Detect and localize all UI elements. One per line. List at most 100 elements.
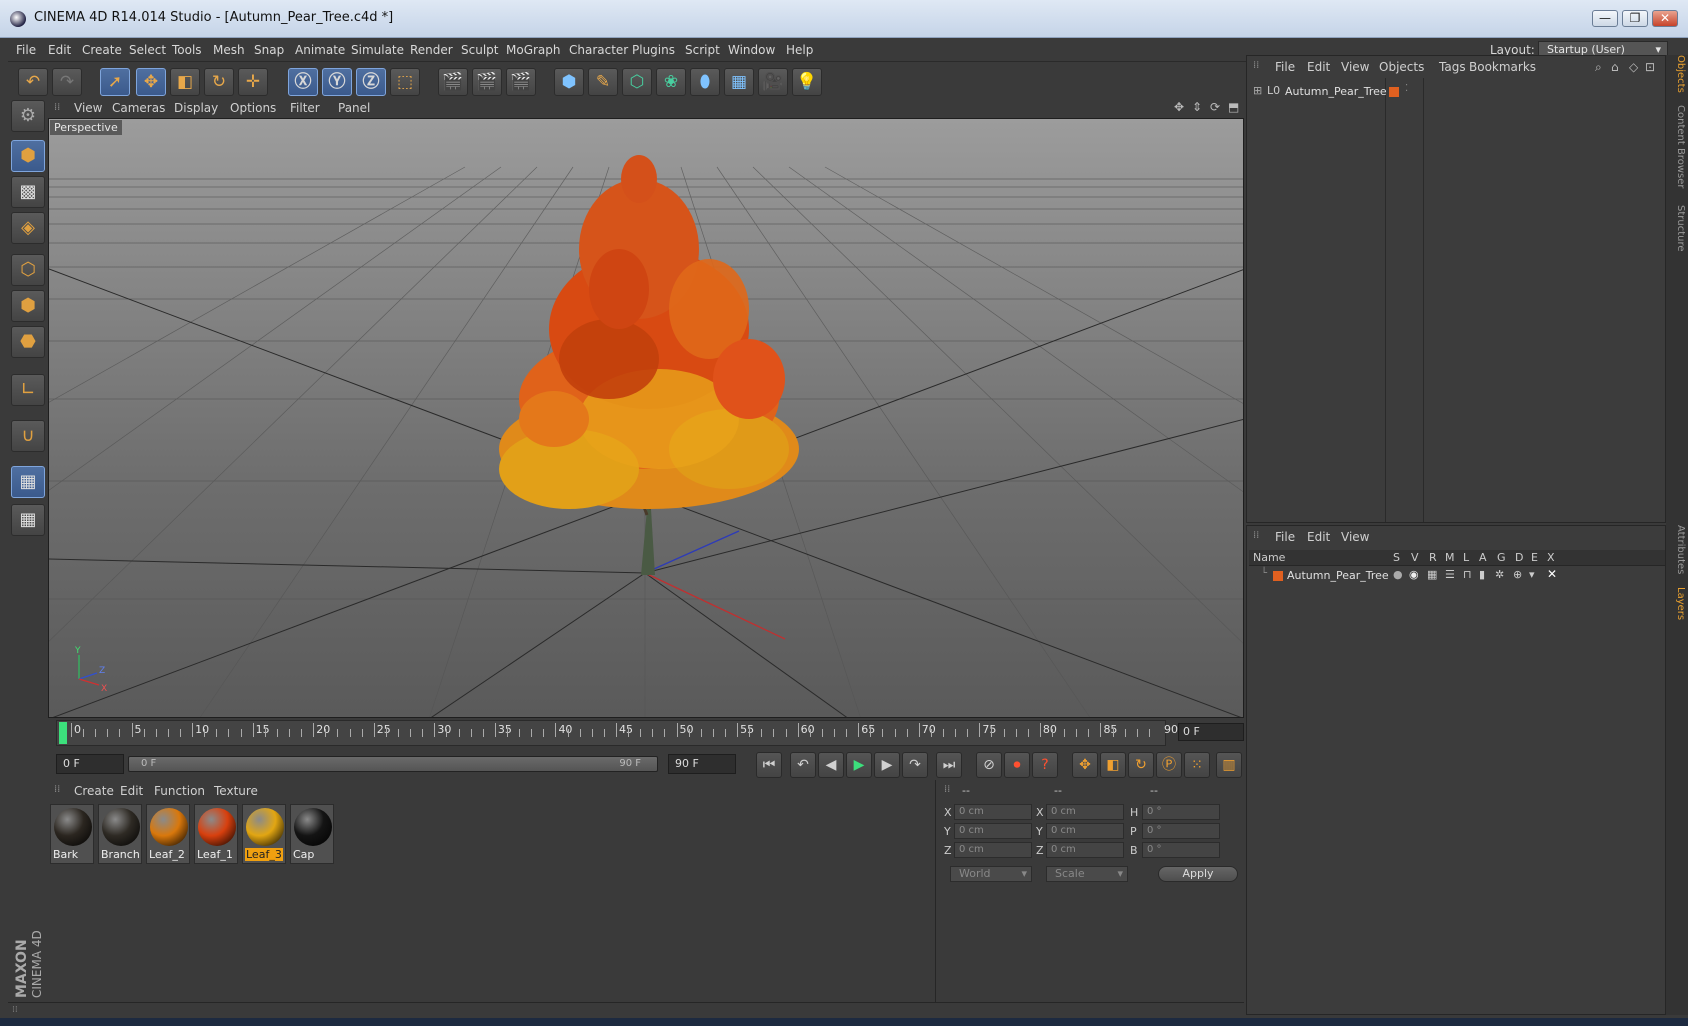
workplane-mode-icon[interactable]: ◈ [11, 212, 45, 244]
viewport-menu-view[interactable]: View [74, 101, 102, 115]
menu-render[interactable]: Render [410, 43, 453, 57]
close-button[interactable]: ✕ [1652, 10, 1678, 27]
home-icon[interactable]: ⌂ [1611, 60, 1619, 74]
timeline-current-marker[interactable] [59, 722, 67, 744]
objects-menu-bookmarks[interactable]: Bookmarks [1469, 60, 1536, 74]
rot-p-field[interactable]: 0 ° [1142, 823, 1220, 839]
record-scale-icon[interactable]: ◧ [1100, 752, 1126, 778]
menu-plugins[interactable]: Plugins [632, 43, 675, 57]
menu-select[interactable]: Select [129, 43, 166, 57]
apply-button[interactable]: Apply [1158, 866, 1238, 882]
material-swatch-leaf-3[interactable]: Leaf_3 [242, 804, 286, 864]
material-menu-function[interactable]: Function [154, 784, 205, 798]
go-to-end-icon[interactable]: ⏭ [936, 752, 962, 778]
menu-edit[interactable]: Edit [48, 43, 71, 57]
perspective-viewport[interactable]: Y Z X Perspective [48, 118, 1244, 718]
viewport-menu-filter[interactable]: Filter [290, 101, 320, 115]
record-point-level-icon[interactable]: ⁙ [1184, 752, 1210, 778]
texture-mode-icon[interactable]: ▩ [11, 176, 45, 208]
go-to-start-icon[interactable]: ⏮ [756, 752, 782, 778]
record-parameter-icon[interactable]: Ⓟ [1156, 752, 1182, 778]
pos-z-field[interactable]: 0 cm [954, 842, 1032, 858]
panel-grip-icon[interactable]: ⁞⁞ [1253, 60, 1259, 71]
menu-help[interactable]: Help [786, 43, 813, 57]
column-manager[interactable]: M [1445, 551, 1455, 564]
tab-content-browser[interactable]: Content Browser [1668, 105, 1686, 188]
z-axis-lock-icon[interactable]: Ⓩ [356, 68, 386, 96]
layers-menu-file[interactable]: File [1275, 530, 1295, 544]
undo-icon[interactable]: ↶ [18, 68, 48, 96]
new-view-icon[interactable]: ⊡ [1645, 60, 1655, 74]
menu-file[interactable]: File [16, 43, 36, 57]
material-menu-texture[interactable]: Texture [214, 784, 258, 798]
rot-h-field[interactable]: 0 ° [1142, 804, 1220, 820]
material-swatch-cap[interactable]: Cap [290, 804, 334, 864]
view-toggle-icon[interactable]: ◉ [1409, 568, 1419, 581]
column-name[interactable]: Name [1253, 551, 1285, 564]
scale-icon[interactable]: ◧ [170, 68, 200, 96]
autumn-pear-tree-model[interactable] [499, 155, 799, 575]
camera-icon[interactable]: 🎥 [758, 68, 788, 96]
column-deformers[interactable]: D [1515, 551, 1523, 564]
objects-menu-objects[interactable]: Objects [1379, 60, 1424, 74]
panel-grip-icon[interactable]: ⁞⁞ [54, 102, 60, 113]
size-z-field[interactable]: 0 cm [1046, 842, 1124, 858]
column-locked[interactable]: L [1463, 551, 1469, 564]
pos-y-field[interactable]: 0 cm [954, 823, 1032, 839]
lock-view-icon[interactable]: ◇ [1629, 60, 1638, 74]
panel-grip-icon[interactable]: ⁞⁞ [944, 784, 950, 795]
viewport-menu-panel[interactable]: Panel [338, 101, 370, 115]
layers-menu-edit[interactable]: Edit [1307, 530, 1330, 544]
menu-character[interactable]: Character [569, 43, 628, 57]
expressions-toggle-icon[interactable]: ▾ [1529, 568, 1535, 581]
light-bulb-icon[interactable]: 💡 [792, 68, 822, 96]
mograph-cloner-icon[interactable]: ❀ [656, 68, 686, 96]
menu-mograph[interactable]: MoGraph [506, 43, 561, 57]
menu-script[interactable]: Script [685, 43, 720, 57]
object-row-autumn-pear-tree[interactable]: ⊞ L0 Autumn_Pear_Tree ⁚ [1247, 82, 1667, 102]
timeline-window-icon[interactable]: ▥ [1216, 752, 1242, 778]
edges-mode-icon[interactable]: ⬢ [11, 290, 45, 322]
floor-scene-icon[interactable]: ▦ [724, 68, 754, 96]
render-picture-viewer-icon[interactable]: 🎬 [472, 68, 502, 96]
material-menu-edit[interactable]: Edit [120, 784, 143, 798]
rotate-icon[interactable]: ↻ [204, 68, 234, 96]
tab-layers[interactable]: Layers [1668, 587, 1686, 620]
viewport-menu-cameras[interactable]: Cameras [112, 101, 165, 115]
panel-grip-icon[interactable]: ⁞⁞ [1253, 530, 1259, 541]
coordinate-space-dropdown[interactable]: World ▾ [950, 866, 1032, 882]
recent-tool-icon[interactable]: ✛ [238, 68, 268, 96]
size-y-field[interactable]: 0 cm [1046, 823, 1124, 839]
menu-window[interactable]: Window [728, 43, 775, 57]
material-swatch-bark[interactable]: Bark [50, 804, 94, 864]
layer-color-swatch[interactable] [1273, 571, 1283, 581]
material-menu-create[interactable]: Create [74, 784, 114, 798]
render-settings-icon[interactable]: 🎬 [506, 68, 536, 96]
restore-button[interactable]: ❐ [1622, 10, 1648, 27]
pos-x-field[interactable]: 0 cm [954, 804, 1032, 820]
keyframe-selection-icon[interactable]: ? [1032, 752, 1058, 778]
solo-toggle-icon[interactable]: ● [1393, 568, 1403, 581]
make-editable-icon[interactable]: ⚙ [11, 100, 45, 132]
animation-toggle-icon[interactable]: ▮ [1479, 568, 1485, 581]
size-mode-dropdown[interactable]: Scale ▾ [1046, 866, 1128, 882]
workplane-grid-icon[interactable]: ▦ [11, 504, 45, 536]
minimize-button[interactable]: — [1592, 10, 1618, 27]
snap-magnet-icon[interactable]: ∪ [11, 420, 45, 452]
viewport-move-icon[interactable]: ✥ [1174, 100, 1184, 114]
live-selection-icon[interactable]: ➚ [100, 68, 130, 96]
subdivision-surface-icon[interactable]: ⬡ [622, 68, 652, 96]
menu-mesh[interactable]: Mesh [213, 43, 245, 57]
material-swatch-leaf-1[interactable]: Leaf_1 [194, 804, 238, 864]
play-forward-icon[interactable]: ▶ [846, 752, 872, 778]
preview-range-slider[interactable]: 0 F 90 F [128, 756, 658, 772]
menu-sculpt[interactable]: Sculpt [461, 43, 498, 57]
material-swatch-leaf-2[interactable]: Leaf_2 [146, 804, 190, 864]
objects-menu-view[interactable]: View [1341, 60, 1369, 74]
column-solo[interactable]: S [1393, 551, 1400, 564]
material-swatch-branch[interactable]: Branch [98, 804, 142, 864]
record-position-icon[interactable]: ✥ [1072, 752, 1098, 778]
viewport-maximize-icon[interactable]: ⬒ [1228, 100, 1239, 114]
column-view[interactable]: V [1411, 551, 1419, 564]
viewport-rotate-icon[interactable]: ⟳ [1210, 100, 1220, 114]
